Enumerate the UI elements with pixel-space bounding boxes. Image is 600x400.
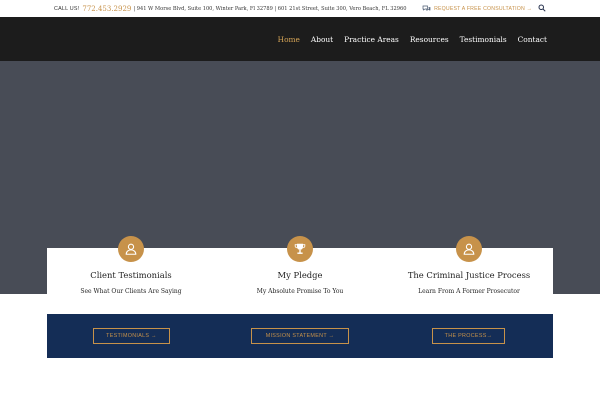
testimonials-button[interactable]: TESTIMONIALS →: [93, 328, 170, 344]
office-addresses: | 941 W Morse Blvd, Suite 100, Winter Pa…: [133, 5, 407, 12]
main-nav: Home About Practice Areas Resources Test…: [267, 17, 547, 61]
nav-item-practice-areas[interactable]: Practice Areas: [344, 35, 399, 44]
user-icon: [456, 236, 482, 262]
search-icon[interactable]: [538, 4, 546, 12]
feature-cards: Client Testimonials My Pledge The Crimin…: [47, 236, 553, 294]
nav-item-contact[interactable]: Contact: [518, 35, 547, 44]
free-consultation-label: REQUEST A FREE CONSULTATION →: [434, 5, 532, 12]
phone-number-link[interactable]: 772.453.2929: [82, 5, 131, 13]
cta-band: TESTIMONIALS → MISSION STATEMENT → THE P…: [47, 314, 553, 358]
nav-item-testimonials[interactable]: Testimonials: [460, 35, 507, 44]
card-title: Client Testimonials: [90, 270, 172, 280]
call-us-label: CALL US!: [54, 5, 80, 12]
trophy-icon: [287, 236, 313, 262]
nav-item-about[interactable]: About: [311, 35, 333, 44]
nav-item-home[interactable]: Home: [278, 35, 300, 44]
the-process-button[interactable]: THE PROCESS→: [432, 328, 505, 344]
card-client-testimonials[interactable]: Client Testimonials: [47, 236, 215, 294]
main-navbar: Home About Practice Areas Resources Test…: [0, 17, 600, 61]
free-consultation-link[interactable]: REQUEST A FREE CONSULTATION →: [422, 0, 532, 17]
card-title: The Criminal Justice Process: [407, 270, 531, 280]
card-criminal-justice-process[interactable]: The Criminal Justice Process: [385, 236, 553, 294]
chat-bubbles-icon: [422, 5, 431, 11]
card-title: My Pledge: [277, 270, 323, 280]
card-my-pledge[interactable]: My Pledge: [216, 236, 384, 294]
mission-statement-button[interactable]: MISSION STATEMENT →: [251, 328, 349, 344]
user-icon: [118, 236, 144, 262]
nav-item-resources[interactable]: Resources: [410, 35, 449, 44]
